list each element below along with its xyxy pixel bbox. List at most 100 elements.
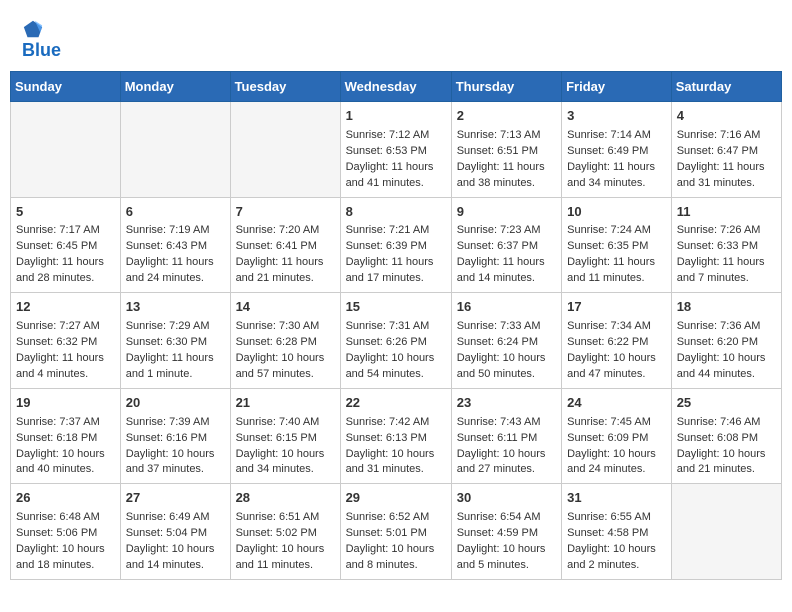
sunset-text: Sunset: 6:47 PM xyxy=(677,145,758,157)
calendar-cell xyxy=(671,484,781,580)
day-number: 21 xyxy=(236,394,335,413)
day-number: 28 xyxy=(236,489,335,508)
day-number: 4 xyxy=(677,107,776,126)
day-number: 13 xyxy=(126,298,225,317)
calendar-cell: 12 Sunrise: 7:27 AM Sunset: 6:32 PM Dayligh… xyxy=(11,293,121,389)
calendar-cell: 6Sunrise: 7:19 AMSunset: 6:43 PMDaylight… xyxy=(120,197,230,293)
sunset-text: Sunset: 4:58 PM xyxy=(567,527,648,539)
daylight-text: Daylight: 11 hours and 4 minutes. xyxy=(16,352,104,380)
calendar-cell: 3Sunrise: 7:14 AMSunset: 6:49 PMDaylight… xyxy=(562,102,672,198)
day-number: 1 xyxy=(346,107,446,126)
sunset-text: Sunset: 6:30 PM xyxy=(126,336,207,348)
sunrise-text: Sunrise: 7:27 AM xyxy=(16,320,100,332)
day-number: 29 xyxy=(346,489,446,508)
sunrise-text: Sunrise: 6:54 AM xyxy=(457,511,541,523)
sunrise-text: Sunrise: 7:34 AM xyxy=(567,320,651,332)
calendar-cell: 11Sunrise: 7:26 AMSunset: 6:33 PMDayligh… xyxy=(671,197,781,293)
sunset-text: Sunset: 6:11 PM xyxy=(457,432,538,444)
day-number: 2 xyxy=(457,107,556,126)
day-number: 31 xyxy=(567,489,666,508)
calendar-cell xyxy=(11,102,121,198)
day-number: 9 xyxy=(457,203,556,222)
sunset-text: Sunset: 6:18 PM xyxy=(16,432,97,444)
daylight-text: Daylight: 10 hours and 2 minutes. xyxy=(567,543,656,571)
sunset-text: Sunset: 6:35 PM xyxy=(567,240,648,252)
calendar-cell: 21Sunrise: 7:40 AMSunset: 6:15 PMDayligh… xyxy=(230,388,340,484)
calendar-cell: 20Sunrise: 7:39 AMSunset: 6:16 PMDayligh… xyxy=(120,388,230,484)
calendar-cell: 19Sunrise: 7:37 AMSunset: 6:18 PMDayligh… xyxy=(11,388,121,484)
day-number: 20 xyxy=(126,394,225,413)
calendar-cell: 1 Sunrise: 7:12 AM Sunset: 6:53 PM Daylight… xyxy=(340,102,451,198)
calendar-cell: 5Sunrise: 7:17 AMSunset: 6:45 PMDaylight… xyxy=(11,197,121,293)
sunset-text: Sunset: 6:32 PM xyxy=(16,336,97,348)
calendar-cell: 23Sunrise: 7:43 AMSunset: 6:11 PMDayligh… xyxy=(451,388,561,484)
sunset-text: Sunset: 6:20 PM xyxy=(677,336,758,348)
sunrise-text: Sunrise: 6:51 AM xyxy=(236,511,320,523)
daylight-text: Daylight: 11 hours and 21 minutes. xyxy=(236,256,324,284)
day-number: 12 xyxy=(16,298,115,317)
sunset-text: Sunset: 6:22 PM xyxy=(567,336,648,348)
calendar-cell: 9Sunrise: 7:23 AMSunset: 6:37 PMDaylight… xyxy=(451,197,561,293)
daylight-text: Daylight: 10 hours and 37 minutes. xyxy=(126,448,215,476)
sunrise-text: Sunrise: 7:46 AM xyxy=(677,416,761,428)
sunset-text: Sunset: 5:02 PM xyxy=(236,527,317,539)
calendar-cell: 2Sunrise: 7:13 AMSunset: 6:51 PMDaylight… xyxy=(451,102,561,198)
calendar-cell: 8Sunrise: 7:21 AMSunset: 6:39 PMDaylight… xyxy=(340,197,451,293)
calendar-cell xyxy=(230,102,340,198)
sunrise-text: Sunrise: 7:21 AM xyxy=(346,224,430,236)
logo-blue: Blue xyxy=(22,40,61,60)
daylight-text: Daylight: 10 hours and 47 minutes. xyxy=(567,352,656,380)
day-number: 23 xyxy=(457,394,556,413)
sunset-text: Sunset: 6:09 PM xyxy=(567,432,648,444)
daylight-text: Daylight: 11 hours and 17 minutes. xyxy=(346,256,434,284)
sunset-text: Sunset: 6:33 PM xyxy=(677,240,758,252)
sunrise-text: Sunrise: 7:12 AM xyxy=(346,129,430,141)
sunrise-text: Sunrise: 7:43 AM xyxy=(457,416,541,428)
sunrise-text: Sunrise: 7:40 AM xyxy=(236,416,320,428)
sunrise-text: Sunrise: 6:52 AM xyxy=(346,511,430,523)
daylight-text: Daylight: 11 hours and 41 minutes. xyxy=(346,161,434,189)
sunset-text: Sunset: 6:26 PM xyxy=(346,336,427,348)
logo: Blue xyxy=(20,18,61,61)
daylight-text: Daylight: 11 hours and 24 minutes. xyxy=(126,256,214,284)
daylight-text: Daylight: 10 hours and 14 minutes. xyxy=(126,543,215,571)
calendar-cell: 28 Sunrise: 6:51 AM Sunset: 5:02 PM Dayligh… xyxy=(230,484,340,580)
sunrise-text: Sunrise: 7:45 AM xyxy=(567,416,651,428)
sunrise-text: Sunrise: 6:48 AM xyxy=(16,511,100,523)
daylight-text: Daylight: 10 hours and 11 minutes. xyxy=(236,543,325,571)
page-header: Blue xyxy=(10,10,782,65)
day-number: 18 xyxy=(677,298,776,317)
daylight-text: Daylight: 11 hours and 7 minutes. xyxy=(677,256,765,284)
day-number: 3 xyxy=(567,107,666,126)
calendar-cell: 15Sunrise: 7:31 AMSunset: 6:26 PMDayligh… xyxy=(340,293,451,389)
daylight-text: Daylight: 11 hours and 1 minute. xyxy=(126,352,214,380)
sunrise-text: Sunrise: 7:17 AM xyxy=(16,224,100,236)
sunset-text: Sunset: 6:53 PM xyxy=(346,145,427,157)
sunrise-text: Sunrise: 7:31 AM xyxy=(346,320,430,332)
day-number: 16 xyxy=(457,298,556,317)
sunrise-text: Sunrise: 7:30 AM xyxy=(236,320,320,332)
calendar-week-row: 1 Sunrise: 7:12 AM Sunset: 6:53 PM Daylight… xyxy=(11,102,782,198)
calendar-day-header: Friday xyxy=(562,72,672,102)
sunrise-text: Sunrise: 7:19 AM xyxy=(126,224,210,236)
sunrise-text: Sunrise: 7:36 AM xyxy=(677,320,761,332)
calendar-week-row: 19Sunrise: 7:37 AMSunset: 6:18 PMDayligh… xyxy=(11,388,782,484)
sunset-text: Sunset: 6:13 PM xyxy=(346,432,427,444)
calendar-cell: 18Sunrise: 7:36 AMSunset: 6:20 PMDayligh… xyxy=(671,293,781,389)
sunset-text: Sunset: 6:08 PM xyxy=(677,432,758,444)
daylight-text: Daylight: 11 hours and 11 minutes. xyxy=(567,256,655,284)
sunset-text: Sunset: 6:41 PM xyxy=(236,240,317,252)
day-number: 26 xyxy=(16,489,115,508)
day-number: 24 xyxy=(567,394,666,413)
day-number: 11 xyxy=(677,203,776,222)
sunset-text: Sunset: 6:39 PM xyxy=(346,240,427,252)
sunrise-text: Sunrise: 7:37 AM xyxy=(16,416,100,428)
sunset-text: Sunset: 5:01 PM xyxy=(346,527,427,539)
day-number: 17 xyxy=(567,298,666,317)
calendar-cell: 24 Sunrise: 7:45 AM Sunset: 6:09 PM Dayligh… xyxy=(562,388,672,484)
calendar-cell: 16Sunrise: 7:33 AMSunset: 6:24 PMDayligh… xyxy=(451,293,561,389)
calendar-cell: 30Sunrise: 6:54 AMSunset: 4:59 PMDayligh… xyxy=(451,484,561,580)
sunset-text: Sunset: 6:43 PM xyxy=(126,240,207,252)
calendar-day-header: Wednesday xyxy=(340,72,451,102)
daylight-text: Daylight: 10 hours and 24 minutes. xyxy=(567,448,656,476)
